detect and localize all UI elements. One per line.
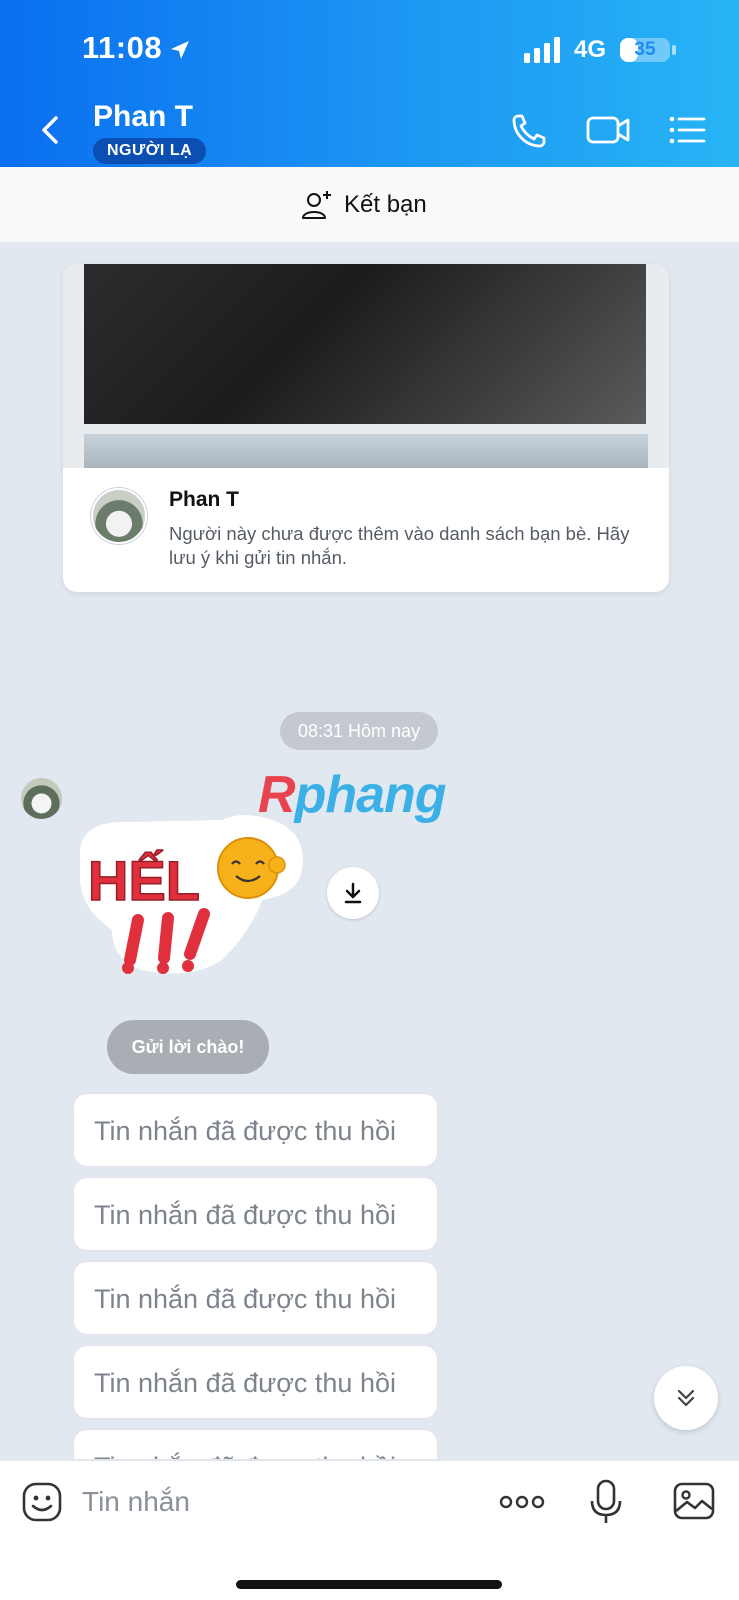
video-call-icon[interactable] [584, 108, 632, 152]
microphone-icon[interactable] [588, 1479, 624, 1525]
battery-tip [672, 45, 676, 55]
sender-avatar[interactable] [21, 778, 62, 819]
image-gallery-icon[interactable] [672, 1479, 716, 1523]
add-friend-button[interactable]: Kết bạn [300, 185, 427, 225]
recalled-message[interactable]: Tin nhắn đã được thu hồi [73, 1345, 438, 1419]
battery-icon: 35 [620, 38, 670, 62]
scroll-to-bottom-button[interactable] [654, 1366, 718, 1430]
network-label: 4G [574, 36, 607, 63]
signal-icon [524, 37, 560, 63]
profile-card: Phan T Người này chưa được thêm vào danh… [63, 264, 669, 592]
timestamp-pill: 08:31 Hôm nay [280, 712, 439, 750]
home-indicator [236, 1580, 502, 1589]
battery-level: 35 [634, 39, 656, 60]
recalled-messages: Tin nhắn đã được thu hồi Tin nhắn đã đượ… [73, 1093, 438, 1429]
status-time: 11:08 [82, 30, 163, 65]
chat-header: 11:08 4G 35 Phan T NGƯỜI LẠ [0, 0, 739, 167]
location-arrow-icon [171, 41, 189, 59]
download-icon [344, 882, 362, 904]
message-input-bar [0, 1460, 739, 1600]
profile-name: Phan T [169, 488, 240, 511]
cover-image-interior [84, 264, 646, 424]
sticker-text: HẾL [88, 849, 200, 912]
menu-list-icon[interactable] [664, 108, 712, 152]
send-greeting-button[interactable]: Gửi lời chào! [107, 1020, 269, 1074]
recalled-message[interactable]: Tin nhắn đã được thu hồi [73, 1177, 438, 1251]
double-chevron-down-icon [677, 1389, 695, 1407]
recalled-message[interactable]: Tin nhắn đã được thu hồi [73, 1093, 438, 1167]
message-input[interactable] [82, 1475, 462, 1529]
back-button[interactable] [30, 108, 70, 152]
cover-image-strip [84, 434, 648, 468]
add-friend-bar: Kết bạn [0, 167, 739, 243]
recalled-message[interactable]: Tin nhắn đã được thu hồi [73, 1261, 438, 1335]
sticker-emoji-icon[interactable] [21, 1481, 63, 1523]
profile-avatar[interactable] [91, 488, 147, 544]
phone-call-icon[interactable] [506, 108, 554, 152]
watermark-rest: phang [294, 766, 447, 824]
more-options-icon[interactable] [498, 1487, 546, 1517]
add-user-icon [302, 191, 331, 219]
recalled-message-partial[interactable]: Tin nhắn đã được thu hồi [73, 1429, 438, 1459]
recalled-message-text: Tin nhắn đã được thu hồi [74, 1430, 437, 1459]
cover-photo [63, 264, 669, 468]
add-friend-label: Kết bạn [344, 191, 427, 218]
hello-sticker[interactable]: HẾL [72, 810, 308, 978]
contact-name[interactable]: Phan T [93, 100, 193, 134]
stranger-badge: NGƯỜI LẠ [93, 138, 207, 164]
download-button[interactable] [327, 867, 379, 919]
stranger-warning: Người này chưa được thêm vào danh sách b… [169, 523, 630, 568]
